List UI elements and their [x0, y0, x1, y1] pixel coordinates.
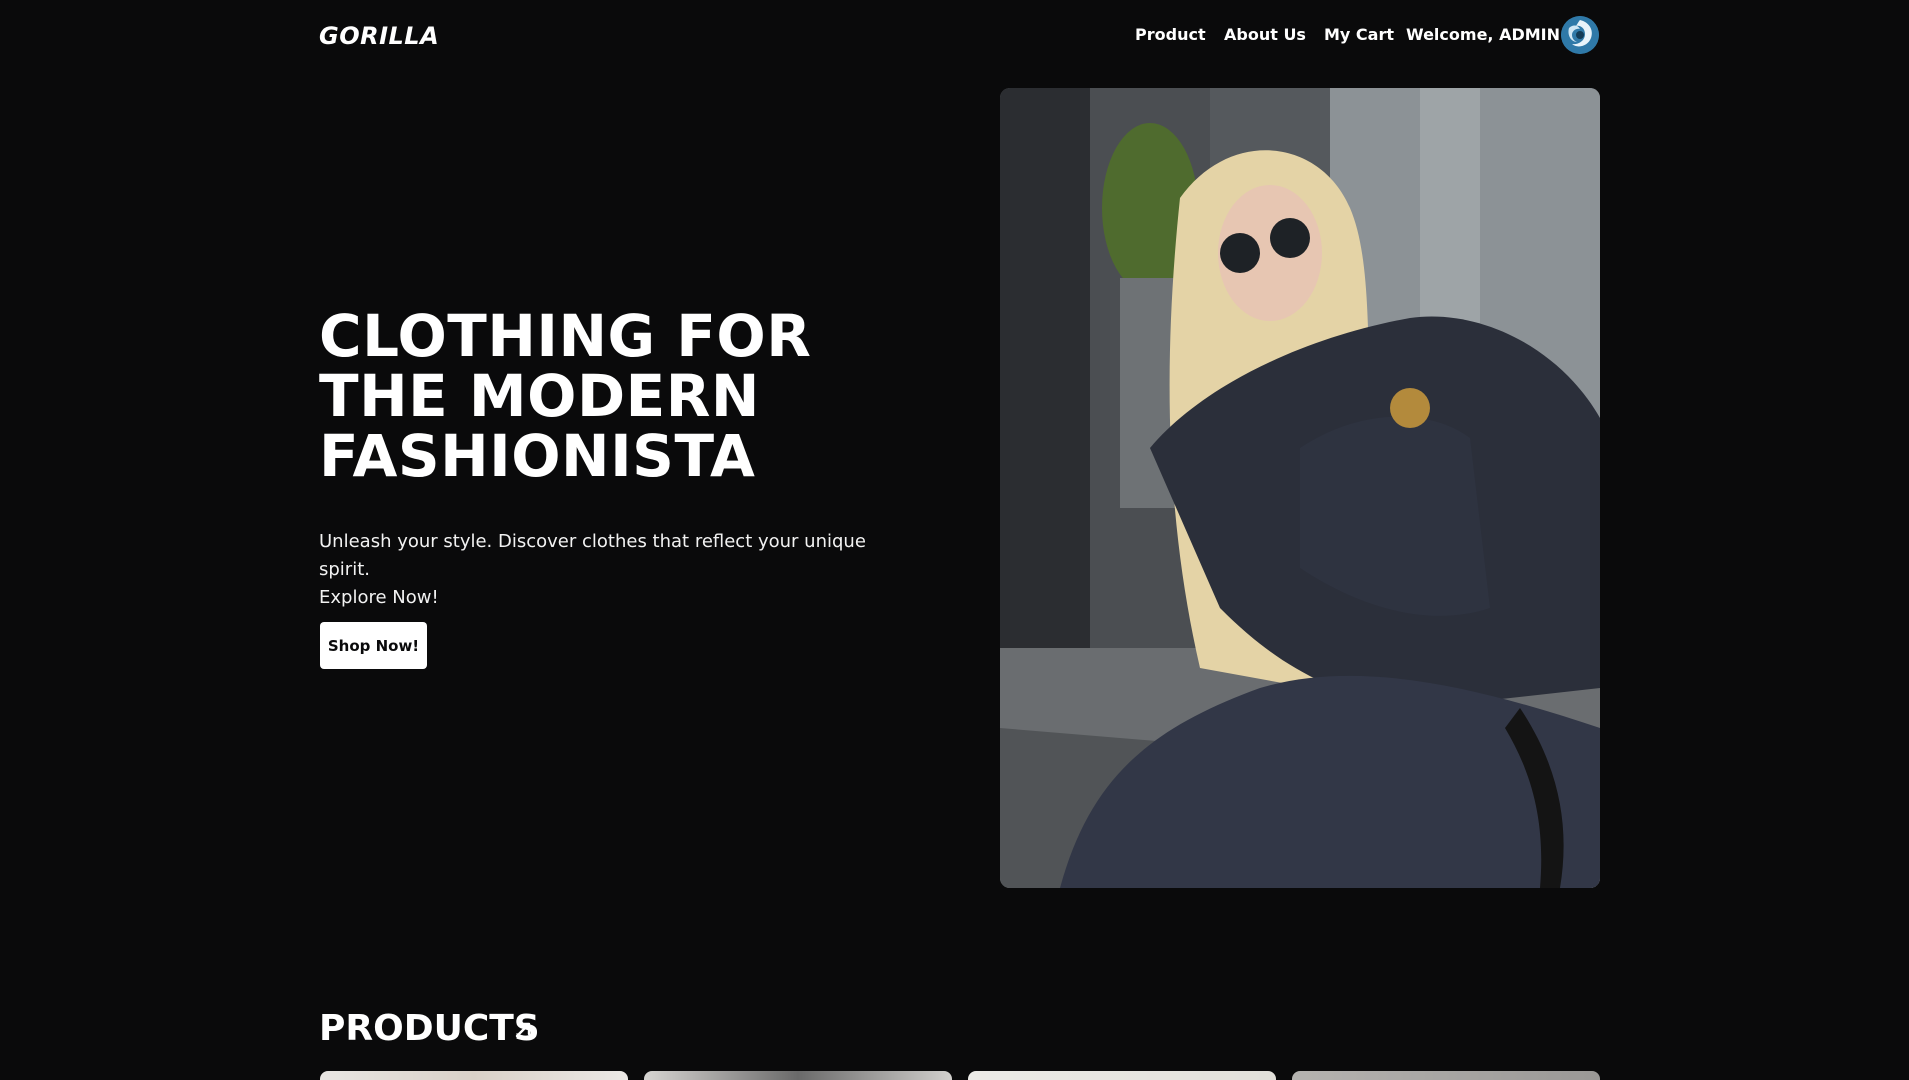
- hero-image: [1000, 88, 1600, 888]
- hero-title-line: FASHIONISTA: [319, 422, 756, 490]
- hero-subtitle-line: Unleash your style. Discover clothes tha…: [319, 531, 866, 580]
- fashion-model-photo: [1000, 88, 1600, 888]
- top-nav: Product About Us My Cart Welcome, ADMIN: [0, 25, 1909, 49]
- welcome-text: Welcome, ADMIN: [1406, 25, 1560, 44]
- product-card[interactable]: [1292, 1071, 1600, 1080]
- avatar-icon[interactable]: [1561, 16, 1599, 54]
- nav-item-product[interactable]: Product: [1135, 25, 1206, 44]
- hero-title-line: CLOTHING FOR: [319, 302, 812, 370]
- nav-item-my-cart[interactable]: My Cart: [1324, 25, 1394, 44]
- products-heading[interactable]: PRODUCTS: [319, 1008, 540, 1049]
- hero-title-line: THE MODERN: [319, 362, 760, 430]
- product-card[interactable]: [320, 1071, 628, 1080]
- product-card[interactable]: [968, 1071, 1276, 1080]
- product-card[interactable]: [644, 1071, 952, 1080]
- arrow-up-right-icon[interactable]: [513, 1020, 533, 1040]
- page: GORILLA Product About Us My Cart Welcome…: [0, 0, 1909, 1080]
- hero-title: CLOTHING FOR THE MODERN FASHIONISTA: [319, 306, 879, 486]
- nav-item-about-us[interactable]: About Us: [1224, 25, 1306, 44]
- hero-subtitle-line: Explore Now!: [319, 587, 439, 608]
- shop-now-button[interactable]: Shop Now!: [320, 622, 427, 669]
- hero-subtitle: Unleash your style. Discover clothes tha…: [319, 528, 879, 612]
